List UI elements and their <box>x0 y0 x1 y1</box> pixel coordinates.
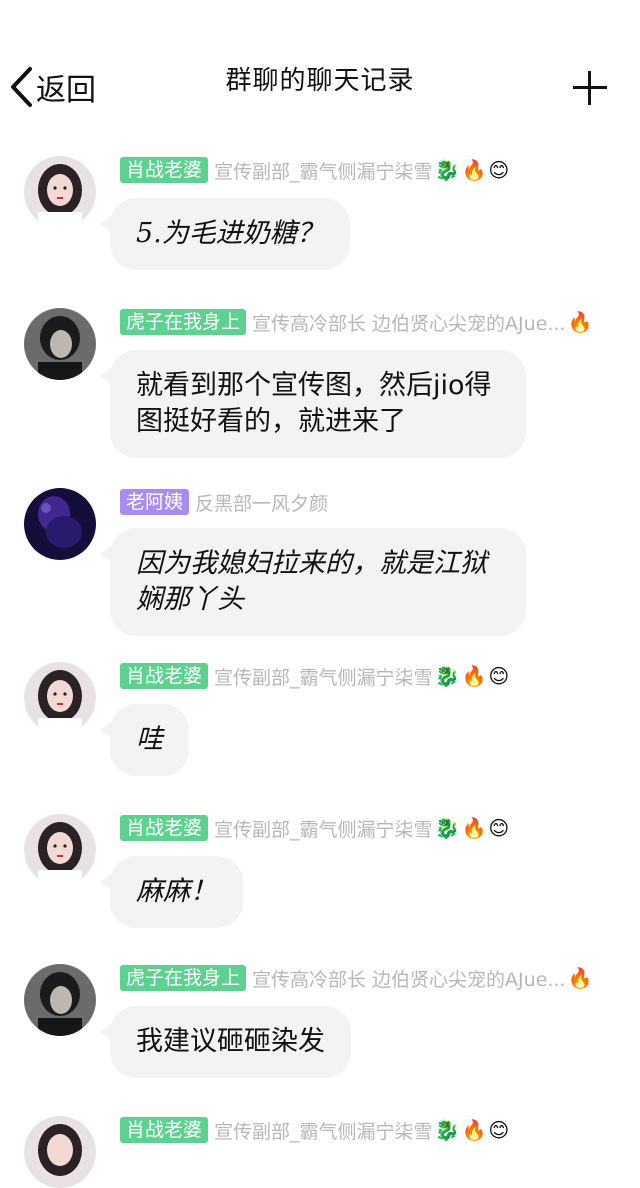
avatar[interactable] <box>24 814 96 886</box>
message-bubble[interactable]: 5.为毛进奶糖？ <box>100 198 350 270</box>
sender-meta: 肖战老婆 宣传副部_霸气侧漏宁柒雪 🐉 🔥 😊 <box>120 1116 630 1144</box>
dragon-icon: 🐉 <box>434 1118 460 1142</box>
dragon-icon: 🐉 <box>434 816 460 840</box>
avatar[interactable] <box>24 662 96 734</box>
smile-flower-icon: 😊 <box>488 816 510 840</box>
message-bubble[interactable]: 因为我媳妇拉来的，就是江狱娴那丫头 <box>100 528 526 636</box>
avatar[interactable] <box>24 1116 96 1188</box>
fire-icon: 🔥 <box>461 816 487 840</box>
sender-meta: 老阿姨 反黑部一风夕颜 <box>120 488 630 516</box>
avatar[interactable] <box>24 308 96 380</box>
navigation-bar: 返回 群聊的聊天记录 <box>0 0 640 130</box>
sender-name: 宣传副部_霸气侧漏宁柒雪 <box>214 160 433 183</box>
dragon-icon: 🐉 <box>434 158 460 182</box>
dragon-icon: 🐉 <box>434 664 460 688</box>
sender-name: 宣传副部_霸气侧漏宁柒雪 <box>214 818 433 841</box>
fire-icon: 🔥 <box>461 1118 487 1142</box>
message-bubble[interactable]: 麻麻！ <box>100 856 243 928</box>
sender-name: 反黑部一风夕颜 <box>195 492 329 515</box>
message-bubble[interactable]: 就看到那个宣传图，然后jio得图挺好看的，就进来了 <box>100 350 526 458</box>
fire-icon: 🔥 <box>567 966 593 990</box>
title-badge: 肖战老婆 <box>120 1117 209 1143</box>
avatar[interactable] <box>24 964 96 1036</box>
fire-icon: 🔥 <box>461 664 487 688</box>
add-icon[interactable] <box>570 68 610 108</box>
smile-flower-icon: 😊 <box>488 664 510 688</box>
message-bubble[interactable]: 哇 <box>100 704 189 776</box>
fire-icon: 🔥 <box>461 158 487 182</box>
smile-flower-icon: 😊 <box>488 158 510 182</box>
title-badge: 肖战老婆 <box>120 157 209 183</box>
title-badge: 肖战老婆 <box>120 663 209 689</box>
avatar[interactable] <box>24 488 96 560</box>
title-badge: 虎子在我身上 <box>120 965 247 991</box>
smile-flower-icon: 😊 <box>488 1118 510 1142</box>
avatar[interactable] <box>24 156 96 228</box>
title-badge: 老阿姨 <box>120 489 190 515</box>
sender-meta: 肖战老婆 宣传副部_霸气侧漏宁柒雪 🐉 🔥 😊 <box>120 662 630 690</box>
title-badge: 虎子在我身上 <box>120 309 247 335</box>
sender-meta: 虎子在我身上 宣传高冷部长 边伯贤心尖宠的AJue... 🔥 <box>120 308 630 336</box>
fire-icon: 🔥 <box>567 310 593 334</box>
sender-name: 宣传副部_霸气侧漏宁柒雪 <box>214 666 433 689</box>
sender-meta: 肖战老婆 宣传副部_霸气侧漏宁柒雪 🐉 🔥 😊 <box>120 814 630 842</box>
title-badge: 肖战老婆 <box>120 815 209 841</box>
message-bubble[interactable]: 我建议砸砸染发 <box>100 1006 351 1078</box>
sender-meta: 虎子在我身上 宣传高冷部长 边伯贤心尖宠的AJue... 🔥 <box>120 964 630 992</box>
sender-name: 宣传高冷部长 边伯贤心尖宠的AJue... <box>252 968 566 991</box>
sender-name: 宣传副部_霸气侧漏宁柒雪 <box>214 1120 433 1143</box>
sender-meta: 肖战老婆 宣传副部_霸气侧漏宁柒雪 🐉 🔥 😊 <box>120 156 630 184</box>
sender-name: 宣传高冷部长 边伯贤心尖宠的AJue... <box>252 312 566 335</box>
page-title: 群聊的聊天记录 <box>225 66 415 96</box>
